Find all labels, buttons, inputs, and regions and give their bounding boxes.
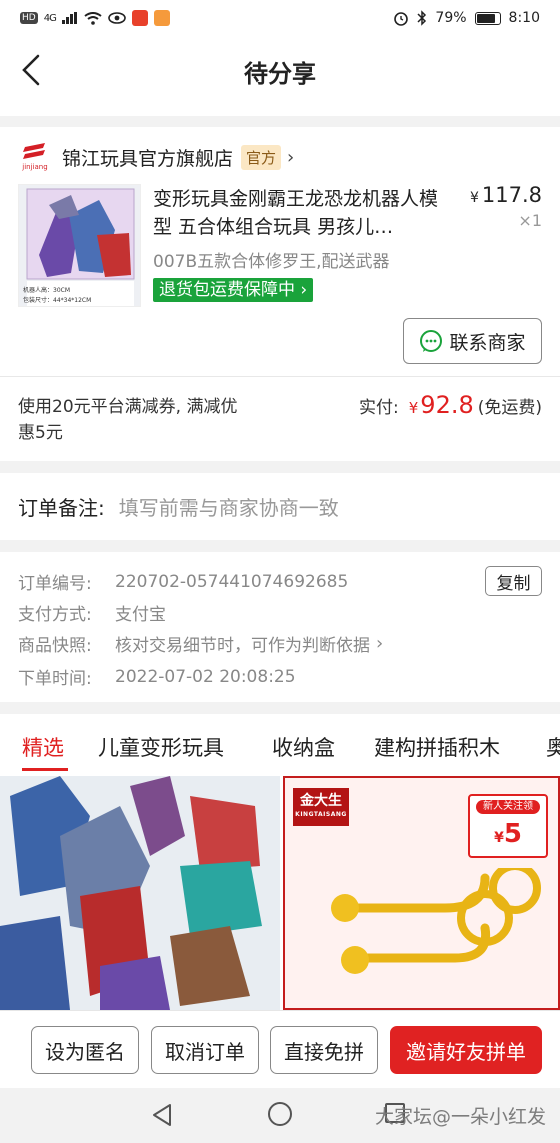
page-title: 待分享	[244, 60, 316, 88]
order-time-label: 下单时间:	[18, 669, 92, 689]
image-caption-1: 机器人高：30CM	[23, 287, 71, 294]
system-back-icon[interactable]	[150, 1102, 174, 1128]
product-name[interactable]: 变形玩具金刚霸王龙恐龙机器人模型 五合体组合玩具 男孩儿…	[153, 185, 453, 241]
paid-amount: 实付: ¥ 92.8 (免运费)	[359, 391, 542, 419]
tab-storage-box[interactable]: 收纳盒	[272, 732, 335, 762]
newbie-coupon[interactable]: 新人关注领 ¥5	[468, 794, 548, 858]
action-bar: 设为匿名 取消订单 直接免拼 邀请好友拼单	[0, 1010, 560, 1088]
alarm-icon	[394, 12, 409, 26]
recommend-item-robots[interactable]	[0, 776, 280, 1010]
battery-icon	[474, 11, 501, 25]
divider	[0, 376, 560, 377]
chevron-right-icon: ›	[287, 146, 295, 168]
newbie-coupon-value: ¥5	[494, 819, 522, 849]
watermark: 大家坛@一朵小红发	[374, 1106, 546, 1128]
app-notification-icon	[131, 10, 148, 26]
order-remark[interactable]: 订单备注: 填写前需与商家协商一致	[0, 473, 560, 540]
paid-label: 实付:	[359, 398, 399, 418]
gold-earring-image	[331, 868, 541, 974]
copy-button[interactable]: 复制	[485, 566, 542, 596]
pay-method: 支付宝	[115, 605, 166, 625]
direct-no-group-button[interactable]: 直接免拼	[270, 1026, 378, 1074]
brand-logo: 金大生 KINGTAISANG	[293, 788, 349, 826]
snapshot-label: 商品快照:	[18, 636, 92, 656]
product-quantity: ×1	[518, 211, 542, 230]
snapshot-value: 核对交易细节时，可作为判断依据	[115, 636, 370, 656]
app-notification-icon-2	[153, 10, 170, 26]
order-info: 订单编号: 220702-057441074692685 复制 支付方式: 支付…	[0, 552, 560, 702]
order-card: jinjiang 锦江玩具官方旗舰店 官方 › 机器人高：30CM 包装尺寸：4…	[0, 127, 560, 461]
signal-icon: 4G	[43, 12, 57, 24]
product-price: ¥117.8	[469, 183, 542, 207]
pay-method-row: 支付方式: 支付宝	[18, 600, 166, 625]
paid-currency: ¥	[408, 399, 419, 417]
image-caption-2: 包装尺寸：44*34*12CM	[23, 297, 92, 304]
recommend-item-gold[interactable]: 金大生 KINGTAISANG 新人关注领 ¥5	[283, 776, 560, 1010]
tab-kids-transform-toys[interactable]: 儿童变形玩具	[98, 732, 224, 762]
order-number-row: 订单编号: 220702-057441074692685	[18, 569, 349, 595]
recommend-grid: 金大生 KINGTAISANG 新人关注领 ¥5	[0, 776, 560, 1010]
invite-friends-button[interactable]: 邀请好友拼单	[390, 1026, 542, 1074]
bluetooth-icon	[417, 10, 427, 26]
order-number-label: 订单编号:	[18, 574, 92, 594]
recommend-tabs: 精选 儿童变形玩具 收纳盒 建构拼插积木 奥	[0, 714, 560, 776]
cancel-order-button[interactable]: 取消订单	[151, 1026, 259, 1074]
eye-icon	[108, 12, 126, 24]
product-image[interactable]: 机器人高：30CM 包装尺寸：44*34*12CM	[18, 184, 141, 307]
active-tab-indicator	[22, 768, 68, 771]
newbie-coupon-label: 新人关注领	[476, 800, 540, 814]
store-header[interactable]: jinjiang 锦江玩具官方旗舰店 官方 ›	[18, 137, 294, 177]
official-badge: 官方	[241, 144, 282, 170]
system-home-icon[interactable]	[268, 1102, 292, 1126]
store-name[interactable]: 锦江玩具官方旗舰店	[62, 144, 233, 171]
set-anonymous-button[interactable]: 设为匿名	[31, 1026, 139, 1074]
order-time-row: 下单时间: 2022-07-02 20:08:25	[18, 664, 296, 690]
clock: 8:10	[508, 10, 540, 26]
signal-bars-icon	[61, 12, 77, 24]
coupon-text: 使用20元平台满减券, 满减优惠5元	[18, 397, 238, 443]
chat-icon	[420, 330, 443, 352]
store-logo-text: jinjiang	[22, 163, 48, 171]
order-number: 220702-057441074692685	[115, 571, 349, 592]
order-time: 2022-07-02 20:08:25	[115, 666, 296, 687]
contact-merchant-button[interactable]: 联系商家	[403, 318, 542, 364]
nav-bar: 待分享	[0, 36, 560, 116]
chevron-right-icon: ›	[376, 633, 384, 654]
robots-image	[0, 776, 280, 1010]
wifi-icon	[84, 11, 102, 25]
chevron-right-icon: ›	[295, 280, 308, 300]
product-spec: 007B五款合体修罗王,配送武器	[153, 252, 390, 272]
tab-more[interactable]: 奥	[546, 732, 560, 762]
hd-indicator: HD	[20, 12, 38, 24]
store-logo-icon	[23, 143, 45, 159]
tab-building-blocks[interactable]: 建构拼插积木	[374, 732, 500, 762]
guarantee-badge[interactable]: 退货包运费保障中 ›	[153, 278, 314, 302]
store-logo: jinjiang	[18, 140, 52, 174]
shipping-note: (免运费)	[477, 398, 542, 418]
system-nav-bar: 大家坛@一朵小红发	[0, 1088, 560, 1143]
contact-merchant-label: 联系商家	[449, 331, 526, 354]
snapshot-row[interactable]: 商品快照: 核对交易细节时，可作为判断依据 ›	[18, 631, 383, 656]
pay-method-label: 支付方式:	[18, 605, 92, 625]
status-bar: HD 4G 79% 8:10	[0, 0, 560, 36]
battery-percent: 79%	[435, 10, 467, 26]
paid-value: 92.8	[420, 391, 474, 419]
remark-label: 订单备注:	[18, 496, 105, 520]
remark-input[interactable]: 填写前需与商家协商一致	[119, 492, 339, 521]
tab-featured[interactable]: 精选	[22, 732, 64, 762]
